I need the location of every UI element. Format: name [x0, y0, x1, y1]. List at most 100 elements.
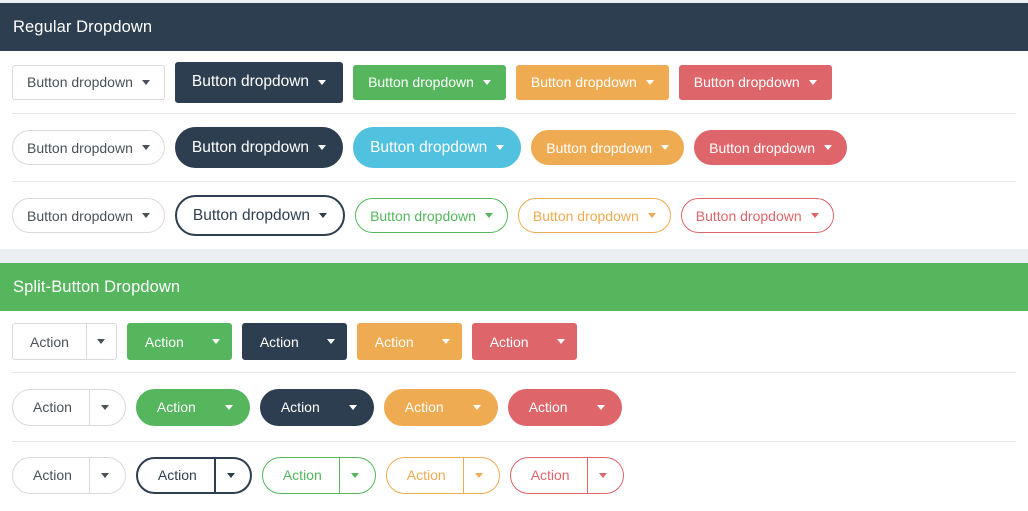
page-title-split-button-dropdown: Split-Button Dropdown [13, 277, 181, 296]
panel-header-regular-dropdown: Regular Dropdown [0, 3, 1028, 51]
caret-down-icon [349, 404, 358, 410]
caret-down-icon [225, 404, 234, 410]
button-label: Button dropdown [370, 207, 476, 224]
split-toggle-button[interactable] [431, 323, 462, 360]
split-toggle-button[interactable] [89, 456, 126, 494]
button-label: Action [374, 333, 414, 350]
caret-down-icon [226, 472, 235, 478]
split-row-square: Action Action Action Action Action [0, 311, 1028, 372]
button-label: Button dropdown [530, 74, 637, 90]
button-label: Action [406, 467, 446, 483]
split-main-button[interactable]: Action [12, 456, 90, 494]
split-toggle-button[interactable] [86, 323, 117, 360]
split-main-button[interactable]: Action [126, 323, 202, 360]
regular-row-square: Button dropdown Button dropdown Button d… [0, 51, 1028, 113]
button-label: Button dropdown [532, 207, 639, 224]
split-toggle-button[interactable] [213, 388, 250, 426]
button-label: Action [404, 399, 444, 415]
button-dropdown-default-outline[interactable]: Button dropdown [12, 198, 165, 233]
button-label: Action [33, 399, 72, 415]
split-toggle-button[interactable] [316, 323, 347, 360]
split-main-button[interactable]: Action [259, 388, 338, 426]
split-button-red: Action [471, 323, 577, 360]
caret-down-icon [599, 472, 608, 478]
button-dropdown-green[interactable]: Button dropdown [353, 64, 506, 100]
split-main-button[interactable]: Action [135, 388, 214, 426]
caret-down-icon [442, 339, 451, 344]
caret-down-icon [557, 339, 566, 344]
regular-row-outline: Button dropdown Button dropdown Button d… [0, 182, 1028, 249]
caret-down-icon [645, 79, 654, 85]
split-toggle-button[interactable] [585, 388, 622, 426]
split-button-green-outline: Action [261, 456, 376, 494]
split-main-button[interactable]: Action [12, 388, 90, 426]
button-dropdown-red[interactable]: Button dropdown [694, 130, 847, 165]
caret-down-icon [212, 339, 221, 344]
button-dropdown-orange[interactable]: Button dropdown [515, 64, 669, 100]
button-label: Button dropdown [693, 74, 800, 90]
split-button-orange: Action [356, 323, 462, 360]
caret-down-icon [319, 213, 328, 218]
split-toggle-button[interactable] [337, 388, 374, 426]
split-main-button[interactable]: Action [241, 323, 317, 360]
caret-down-icon [101, 404, 110, 410]
split-main-button[interactable]: Action [471, 323, 547, 360]
button-dropdown-orange[interactable]: Button dropdown [531, 130, 685, 165]
button-label: Button dropdown [370, 138, 488, 156]
split-button-dark-outline: Action [135, 456, 252, 494]
caret-down-icon [597, 404, 606, 410]
button-label: Button dropdown [191, 73, 310, 90]
caret-down-icon [351, 472, 360, 478]
split-toggle-button[interactable] [339, 456, 376, 494]
button-label: Action [33, 467, 72, 483]
split-toggle-button[interactable] [201, 323, 232, 360]
split-button-dark: Action [259, 388, 374, 426]
split-toggle-button[interactable] [461, 388, 498, 426]
caret-down-icon [482, 79, 491, 85]
button-dropdown-cyan[interactable]: Button dropdown [353, 127, 522, 168]
split-main-button[interactable]: Action [261, 456, 340, 494]
split-main-button[interactable]: Action [135, 456, 216, 494]
button-dropdown-green-outline[interactable]: Button dropdown [355, 198, 508, 233]
split-main-button[interactable]: Action [356, 323, 432, 360]
caret-down-icon [318, 145, 327, 150]
caret-down-icon [101, 472, 110, 478]
caret-down-icon [141, 79, 150, 85]
button-dropdown-dark-outline[interactable]: Button dropdown [174, 195, 346, 236]
split-toggle-button[interactable] [546, 323, 577, 360]
button-dropdown-orange-outline[interactable]: Button dropdown [517, 198, 671, 233]
split-main-button[interactable]: Action [12, 323, 87, 360]
caret-down-icon [327, 339, 336, 344]
split-toggle-button[interactable] [587, 456, 624, 494]
caret-down-icon [647, 213, 656, 218]
button-label: Button dropdown [709, 139, 815, 156]
split-toggle-button[interactable] [215, 456, 252, 494]
button-dropdown-red[interactable]: Button dropdown [678, 64, 832, 100]
page-title-regular-dropdown: Regular Dropdown [13, 17, 153, 36]
button-dropdown-dark[interactable]: Button dropdown [174, 127, 344, 168]
button-label: Button dropdown [546, 139, 653, 156]
button-label: Button dropdown [27, 139, 133, 156]
split-button-red: Action [507, 388, 622, 426]
section-gap [0, 249, 1028, 263]
split-main-button[interactable]: Action [385, 456, 464, 494]
split-main-button[interactable]: Action [383, 388, 462, 426]
caret-down-icon [496, 145, 505, 150]
split-button-dark: Action [241, 323, 347, 360]
button-dropdown-default[interactable]: Button dropdown [12, 64, 165, 100]
caret-down-icon [318, 79, 327, 85]
split-button-default: Action [12, 323, 117, 360]
button-label: Action [144, 333, 184, 350]
button-label: Action [489, 333, 529, 350]
split-toggle-button[interactable] [89, 388, 126, 426]
split-main-button[interactable]: Action [509, 456, 588, 494]
button-dropdown-default[interactable]: Button dropdown [12, 130, 165, 165]
caret-down-icon [141, 145, 150, 150]
split-main-button[interactable]: Action [507, 388, 586, 426]
caret-down-icon [141, 213, 150, 218]
button-label: Action [157, 467, 197, 483]
split-button-orange-outline: Action [385, 456, 500, 494]
split-toggle-button[interactable] [463, 456, 500, 494]
button-dropdown-dark[interactable]: Button dropdown [174, 61, 344, 103]
button-dropdown-red-outline[interactable]: Button dropdown [680, 198, 834, 233]
